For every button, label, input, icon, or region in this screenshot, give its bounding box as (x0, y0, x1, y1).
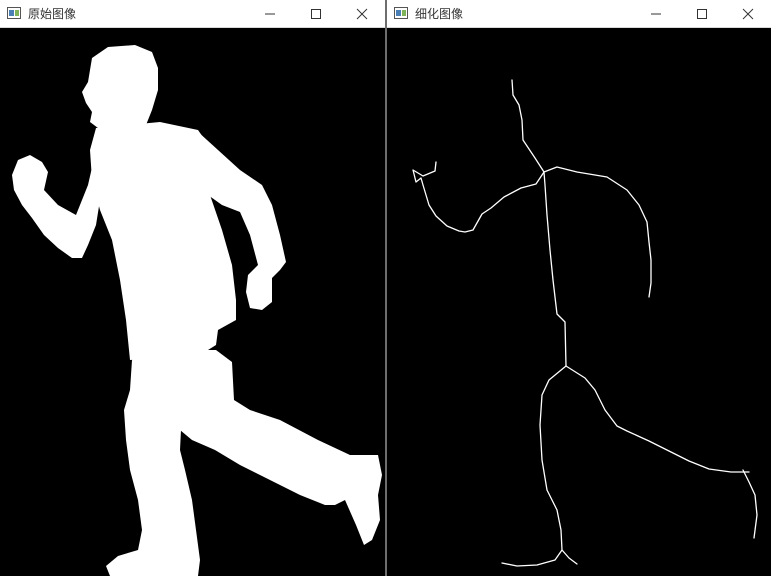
close-button[interactable] (339, 0, 385, 28)
original-image-window: 原始图像 (0, 0, 385, 576)
minimize-icon (265, 13, 275, 15)
skeleton-front-foot (742, 469, 758, 539)
title-bar[interactable]: 原始图像 (0, 0, 385, 28)
skeleton-head (511, 79, 545, 173)
minimize-button[interactable] (633, 0, 679, 28)
skeleton-spine (543, 171, 567, 367)
app-icon (394, 7, 408, 19)
close-button[interactable] (725, 0, 771, 28)
original-image-canvas (0, 28, 385, 576)
silhouette-back-arm (12, 150, 108, 258)
maximize-icon (311, 9, 321, 19)
window-title: 原始图像 (28, 7, 77, 21)
close-icon (742, 8, 754, 20)
skeleton-front-leg (565, 365, 750, 473)
minimize-button[interactable] (247, 0, 293, 28)
skeleton-back-foot (561, 549, 578, 565)
title-bar[interactable]: 细化图像 (387, 0, 771, 28)
skeleton-front-arm (543, 166, 652, 298)
silhouette-head (82, 45, 158, 128)
window-title: 细化图像 (415, 7, 464, 21)
skeleton-back-leg (501, 365, 567, 567)
thinned-image-window: 细化图像 (387, 0, 771, 576)
skeleton-back-arm (412, 161, 545, 233)
close-icon (356, 8, 368, 20)
running-man-silhouette (12, 45, 382, 576)
maximize-button[interactable] (293, 0, 339, 28)
maximize-icon (697, 9, 707, 19)
minimize-icon (651, 13, 661, 15)
maximize-button[interactable] (679, 0, 725, 28)
skeleton-lines (412, 79, 758, 567)
app-icon (7, 7, 21, 19)
thinned-image-canvas (387, 28, 771, 576)
